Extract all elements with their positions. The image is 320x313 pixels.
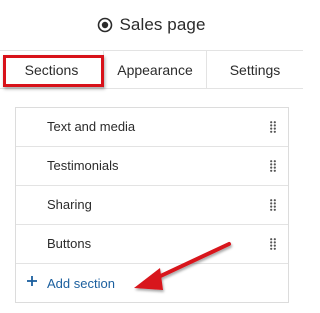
panel-header: Sales page bbox=[0, 0, 303, 50]
tab-appearance[interactable]: Appearance bbox=[103, 51, 206, 88]
section-item-label: Text and media bbox=[47, 119, 136, 134]
drag-handle-icon[interactable] bbox=[270, 160, 276, 172]
section-list: Text and media Testimonials Sharing Butt… bbox=[15, 107, 289, 303]
sections-tab-highlight bbox=[3, 55, 104, 87]
plus-icon bbox=[27, 276, 37, 286]
drag-handle-icon[interactable] bbox=[270, 199, 276, 211]
tab-settings[interactable]: Settings bbox=[206, 51, 303, 88]
section-item-label: Testimonials bbox=[47, 158, 119, 173]
drag-handle-icon[interactable] bbox=[270, 238, 276, 250]
drag-handle-icon[interactable] bbox=[270, 121, 276, 133]
section-item-testimonials[interactable]: Testimonials bbox=[16, 147, 288, 186]
section-item-buttons[interactable]: Buttons bbox=[16, 225, 288, 264]
section-item-text-and-media[interactable]: Text and media bbox=[16, 108, 288, 147]
section-item-label: Sharing bbox=[47, 197, 92, 212]
section-item-sharing[interactable]: Sharing bbox=[16, 186, 288, 225]
eye-icon[interactable] bbox=[97, 17, 113, 33]
page-title: Sales page bbox=[119, 15, 206, 34]
add-section-label: Add section bbox=[47, 276, 115, 291]
add-section-button[interactable]: Add section bbox=[16, 264, 288, 302]
section-item-label: Buttons bbox=[47, 236, 92, 251]
sales-page-panel: Sales page Sections Appearance Settings … bbox=[0, 0, 303, 313]
